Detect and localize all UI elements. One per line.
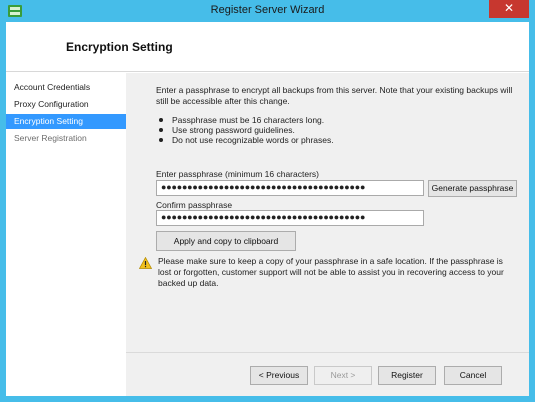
warning-icon [138,256,153,269]
passphrase-label: Enter passphrase (minimum 16 characters) [156,169,319,179]
wizard-footer: < Previous Next > Register Cancel [126,352,529,396]
sidebar-item-encryption-setting[interactable]: Encryption Setting [6,114,126,129]
footer-divider [126,352,529,353]
apply-copy-button[interactable]: Apply and copy to clipboard [156,231,296,251]
page-title: Encryption Setting [66,40,173,54]
list-item: Use strong password guidelines. [156,125,496,135]
generate-passphrase-button[interactable]: Generate passphrase [428,180,517,197]
bullet-dot-icon [159,118,163,122]
sidebar-item-proxy-configuration[interactable]: Proxy Configuration [6,97,126,112]
window-title: Register Server Wizard [210,4,325,16]
guideline-list: Passphrase must be 16 characters long. U… [156,115,496,145]
next-button[interactable]: Next > [314,366,372,385]
bullet-dot-icon [159,128,163,132]
previous-button[interactable]: < Previous [250,366,308,385]
confirm-passphrase-field[interactable]: ●●●●●●●●●●●●●●●●●●●●●●●●●●●●●●●●●●●●●●● [156,210,424,226]
bullet-dot-icon [159,138,163,142]
close-icon: ✕ [503,1,515,15]
list-item: Do not use recognizable words or phrases… [156,135,496,145]
sidebar-item-server-registration[interactable]: Server Registration [6,131,126,146]
wizard-window: Register Server Wizard ✕ Encryption Sett… [0,0,535,402]
register-button[interactable]: Register [378,366,436,385]
list-item: Passphrase must be 16 characters long. [156,115,496,125]
passphrase-field[interactable]: ●●●●●●●●●●●●●●●●●●●●●●●●●●●●●●●●●●●●●●● [156,180,424,196]
title-bar[interactable]: Register Server Wizard ✕ [0,0,535,22]
confirm-passphrase-label: Confirm passphrase [156,200,233,210]
passphrase-warning-text: Please make sure to keep a copy of your … [158,256,504,288]
wizard-client-area: Encryption Setting Account Credentials P… [6,22,529,396]
wizard-sidebar: Account Credentials Proxy Configuration … [6,73,126,396]
wizard-body: Account Credentials Proxy Configuration … [6,73,529,396]
cancel-button[interactable]: Cancel [444,366,502,385]
wizard-header: Encryption Setting [6,22,529,72]
intro-text: Enter a passphrase to encrypt all backup… [156,85,513,106]
close-button[interactable]: ✕ [489,0,529,18]
sidebar-item-account-credentials[interactable]: Account Credentials [6,80,126,95]
